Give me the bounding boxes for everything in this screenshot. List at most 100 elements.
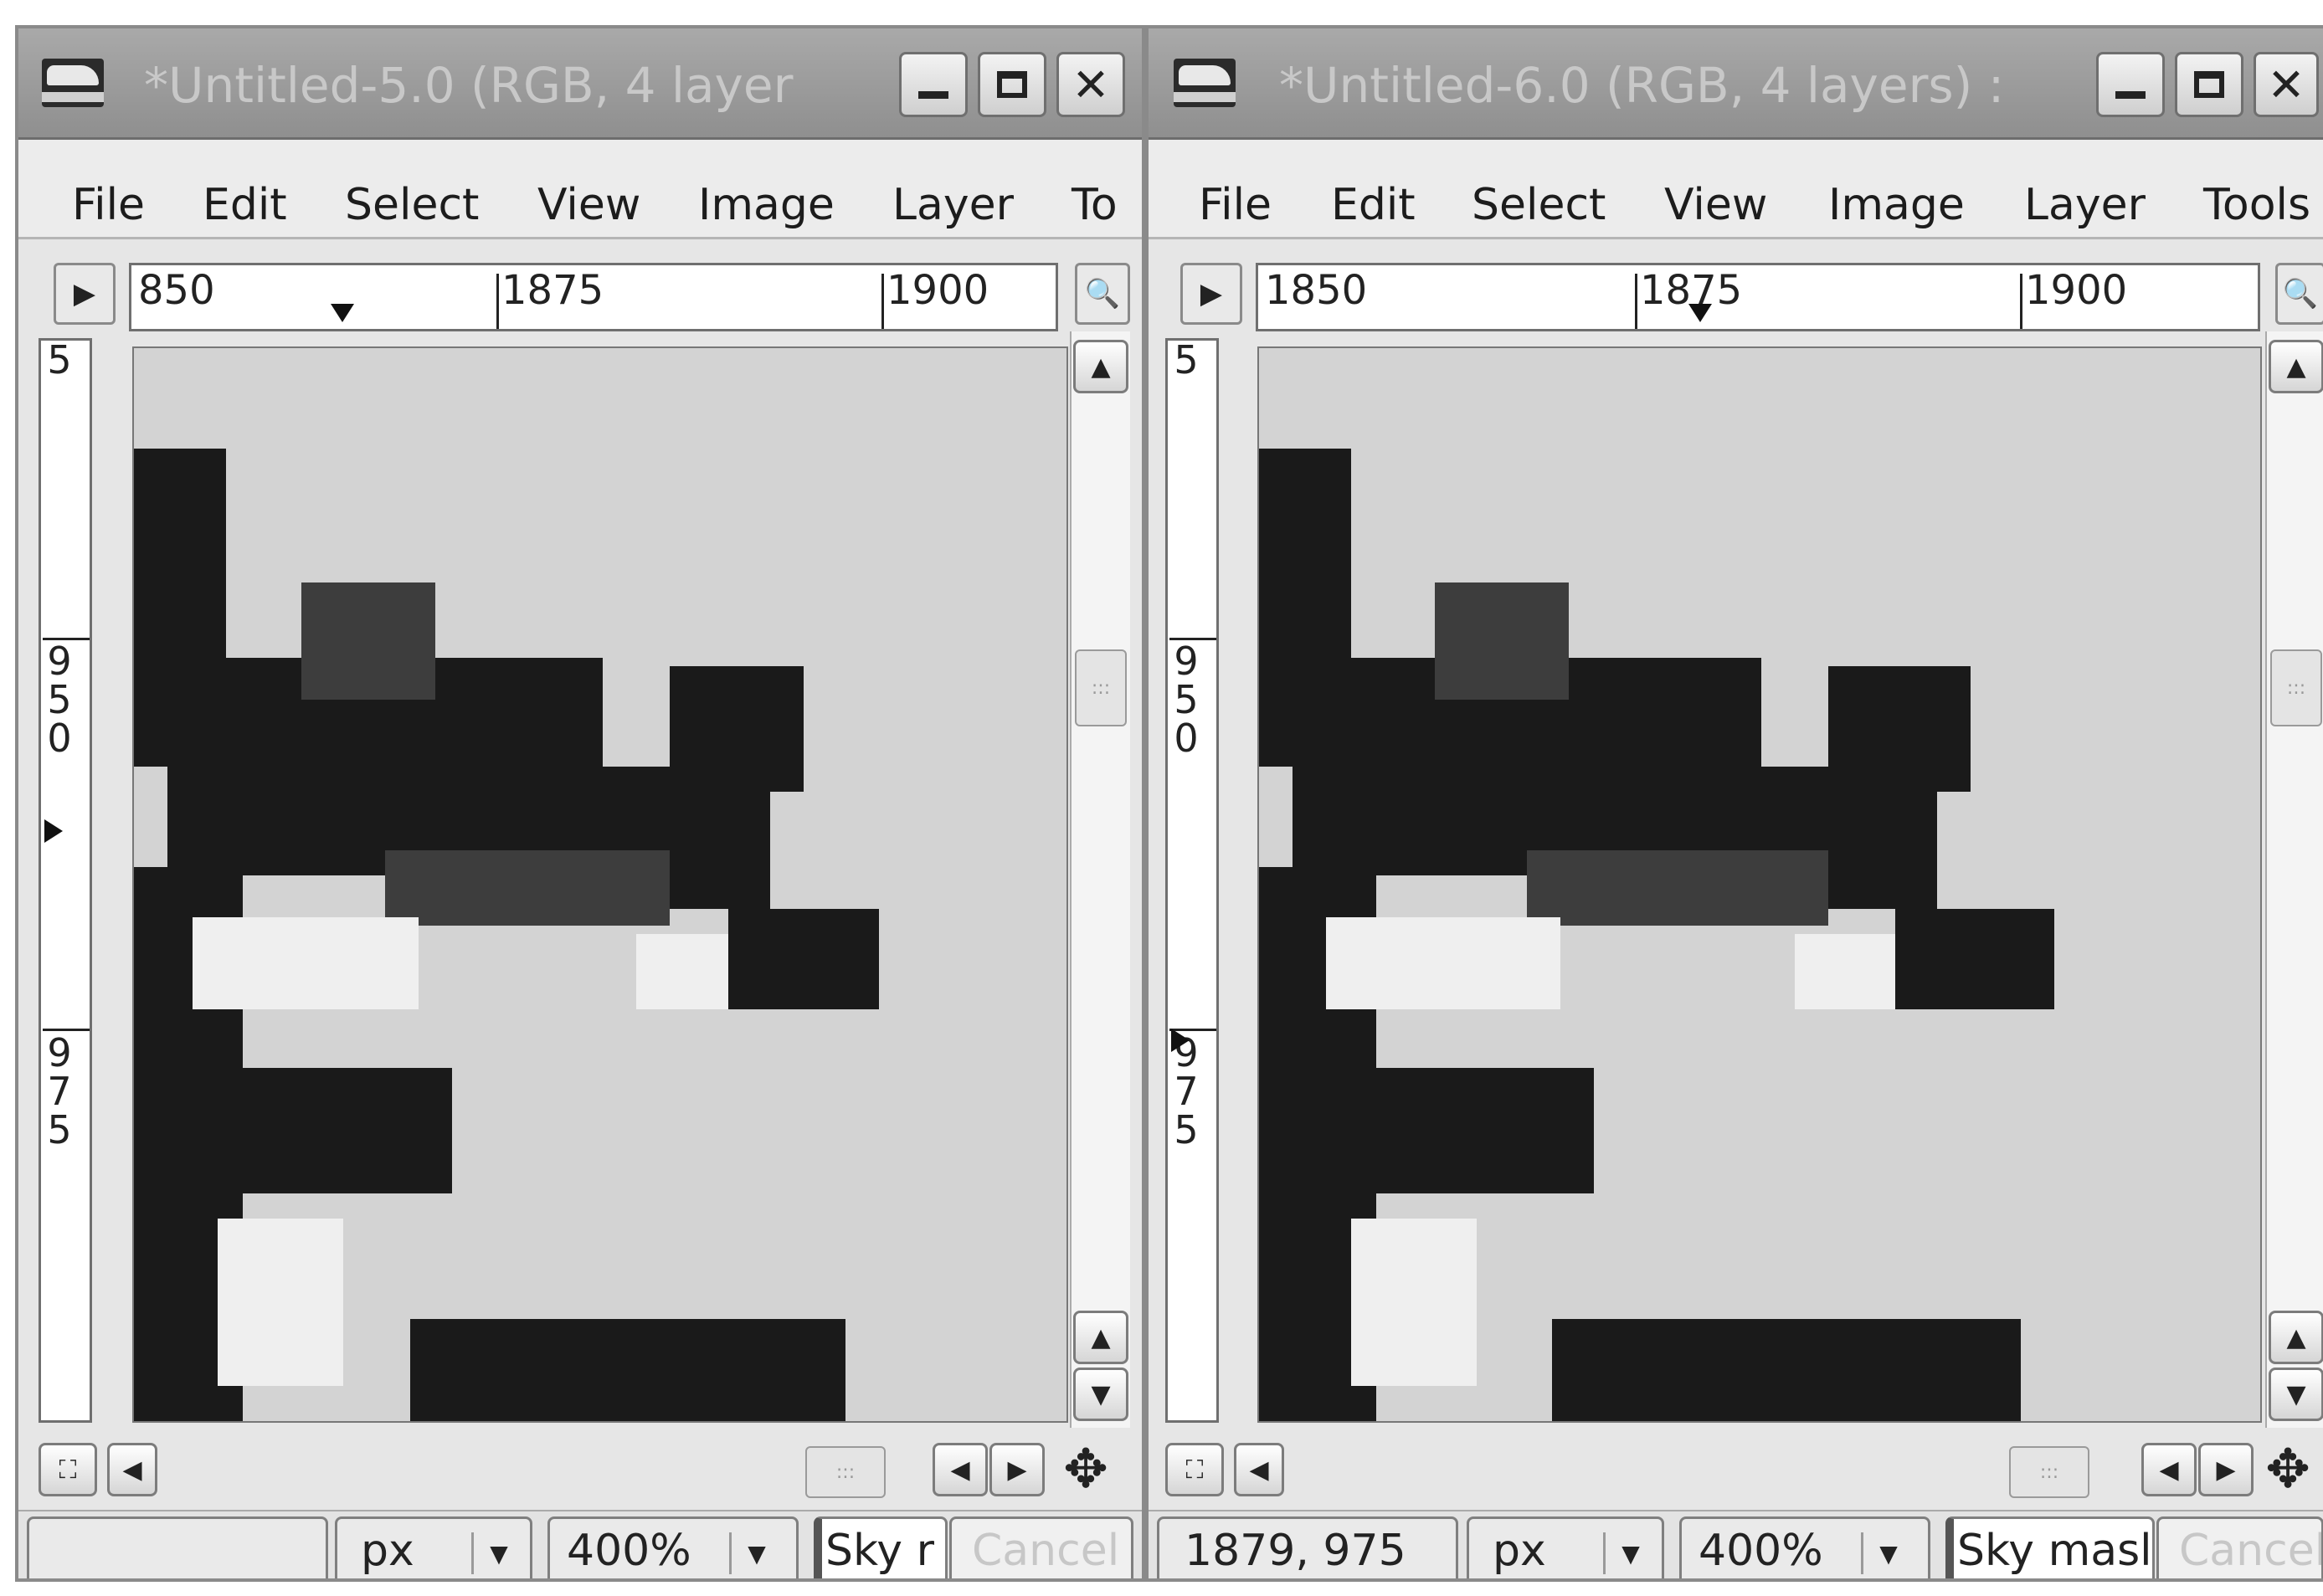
image-canvas[interactable]	[132, 346, 1068, 1423]
cancel-label: Cancel	[2179, 1526, 2323, 1576]
ruler-label: 5	[1174, 338, 1199, 382]
minimize-button[interactable]	[899, 52, 968, 117]
chevron-down-icon: ▼	[729, 1532, 782, 1574]
menu-layer[interactable]: Layer	[2024, 180, 2146, 230]
cancel-button[interactable]: Cancel	[2156, 1516, 2323, 1578]
minimize-button[interactable]	[2096, 52, 2165, 117]
window-title: *Untitled-6.0 (RGB, 4 layers) :	[1279, 57, 2005, 114]
scroll-up-button-lower[interactable]: ▲	[1073, 1311, 1128, 1364]
scroll-down-button[interactable]: ▼	[1073, 1368, 1128, 1421]
horizontal-scroll-row: ⛶ ◀ ::: ◀ ▶ ✥	[1149, 1434, 2323, 1506]
unit-value: px	[361, 1526, 414, 1576]
menu-select[interactable]: Select	[1472, 180, 1606, 230]
zoom-icon: 🔍	[1084, 277, 1121, 310]
menu-image[interactable]: Image	[698, 180, 835, 230]
gimp-app-icon[interactable]	[42, 59, 104, 107]
menu-edit[interactable]: Edit	[203, 180, 287, 230]
scroll-left-button[interactable]: ◀	[107, 1443, 157, 1496]
quick-mask-toggle[interactable]: ⛶	[1165, 1443, 1224, 1496]
menu-tools[interactable]: To	[1072, 180, 1118, 230]
scroll-up-button[interactable]: ▲	[1073, 340, 1128, 393]
arrow-left-icon: ◀	[1249, 1455, 1269, 1485]
zoom-value: 400%	[1699, 1526, 1823, 1576]
minimize-icon	[2115, 90, 2146, 99]
gimp-app-icon[interactable]	[1174, 59, 1236, 107]
menu-view[interactable]: View	[1664, 180, 1767, 230]
navigate-button[interactable]: ✥	[2259, 1439, 2317, 1501]
zoom-icon: 🔍	[2282, 277, 2319, 310]
scroll-right-button[interactable]: ▶	[2198, 1443, 2254, 1496]
ruler-row: ▶ 1850 1875 1900 🔍	[1149, 239, 2323, 331]
vertical-ruler[interactable]: 5 9 5 0 9 7 5	[39, 338, 92, 1423]
horizontal-ruler[interactable]: 1850 1875 1900	[1256, 263, 2260, 331]
coords-text: 1879, 975	[1185, 1526, 1406, 1576]
image-region	[301, 582, 435, 700]
horizontal-scroll-thumb[interactable]: :::	[2009, 1446, 2089, 1498]
pointer-marker	[1171, 1029, 1190, 1052]
move-icon: ✥	[1063, 1439, 1108, 1501]
menu-toggle-button[interactable]: ▶	[54, 263, 116, 325]
unit-dropdown[interactable]: px ▼	[335, 1516, 532, 1578]
status-message: Sky r	[814, 1516, 948, 1578]
window-title: *Untitled-5.0 (RGB, 4 layer	[144, 57, 794, 114]
chevron-down-icon: ▼	[471, 1532, 524, 1574]
pointer-marker	[331, 304, 354, 322]
close-button[interactable]: ✕	[1056, 52, 1125, 117]
menu-tools[interactable]: Tools	[2203, 180, 2310, 230]
scroll-up-button-lower[interactable]: ▲	[2269, 1311, 2323, 1364]
ruler-tick	[496, 274, 499, 329]
image-canvas[interactable]	[1257, 346, 2262, 1423]
vertical-ruler[interactable]: 5 9 5 0 9 7 5	[1165, 338, 1219, 1423]
scroll-right-button[interactable]: ▶	[989, 1443, 1045, 1496]
ruler-tick	[43, 638, 90, 640]
menu-view[interactable]: View	[537, 180, 640, 230]
ruler-tick	[1169, 638, 1216, 640]
menu-toggle-button[interactable]: ▶	[1180, 263, 1242, 325]
vertical-scrollbar[interactable]: ▲ ::: ▲ ▼	[2265, 331, 2323, 1428]
zoom-dropdown[interactable]: 400% ▼	[547, 1516, 799, 1578]
scroll-left-button-right[interactable]: ◀	[2141, 1443, 2197, 1496]
maximize-button[interactable]	[2175, 52, 2243, 117]
zoom-dropdown[interactable]: 400% ▼	[1679, 1516, 1930, 1578]
vertical-scrollbar[interactable]: ▲ ::: ▲ ▼	[1070, 331, 1130, 1428]
menu-select[interactable]: Select	[345, 180, 479, 230]
zoom-button[interactable]: 🔍	[1075, 263, 1130, 325]
close-icon: ✕	[2267, 58, 2305, 111]
title-bar[interactable]: *Untitled-5.0 (RGB, 4 layer ✕	[18, 28, 1142, 140]
image-region	[218, 1219, 343, 1386]
scroll-down-button[interactable]: ▼	[2269, 1368, 2323, 1421]
ruler-tick	[1635, 274, 1637, 329]
ruler-label: 1900	[887, 267, 989, 314]
arrow-up-icon: ▲	[2286, 352, 2306, 382]
scroll-left-button[interactable]: ◀	[1234, 1443, 1284, 1496]
arrow-up-icon: ▲	[1091, 352, 1111, 382]
maximize-button[interactable]	[978, 52, 1046, 117]
vertical-scroll-thumb[interactable]: :::	[2270, 649, 2322, 726]
close-button[interactable]: ✕	[2254, 52, 2319, 117]
scroll-left-button-right[interactable]: ◀	[933, 1443, 988, 1496]
pointer-marker	[44, 819, 63, 843]
cancel-button[interactable]: Cancel	[949, 1516, 1133, 1578]
arrow-left-icon: ◀	[122, 1455, 142, 1485]
maximize-icon	[997, 71, 1027, 98]
horizontal-ruler[interactable]: 850 1875 1900	[129, 263, 1058, 331]
zoom-button[interactable]: 🔍	[2275, 263, 2323, 325]
menu-file[interactable]: File	[1199, 180, 1272, 230]
arrow-right-icon: ▶	[1007, 1455, 1027, 1485]
image-region	[410, 1319, 845, 1421]
image-region	[1795, 934, 1895, 1009]
vertical-scroll-thumb[interactable]: :::	[1075, 649, 1127, 726]
arrow-down-icon: ▼	[1091, 1379, 1111, 1409]
menu-image[interactable]: Image	[1828, 180, 1965, 230]
chevron-down-icon: ▼	[1861, 1532, 1914, 1574]
horizontal-scroll-thumb[interactable]: :::	[805, 1446, 886, 1498]
unit-dropdown[interactable]: px ▼	[1467, 1516, 1664, 1578]
scroll-up-button[interactable]: ▲	[2269, 340, 2323, 393]
menu-file[interactable]: File	[72, 180, 145, 230]
ruler-label: 9 5 0	[47, 639, 72, 761]
quick-mask-toggle[interactable]: ⛶	[39, 1443, 97, 1496]
navigate-button[interactable]: ✥	[1056, 1439, 1115, 1501]
menu-layer[interactable]: Layer	[892, 180, 1014, 230]
menu-edit[interactable]: Edit	[1331, 180, 1416, 230]
title-bar[interactable]: *Untitled-6.0 (RGB, 4 layers) : ✕	[1149, 28, 2323, 140]
